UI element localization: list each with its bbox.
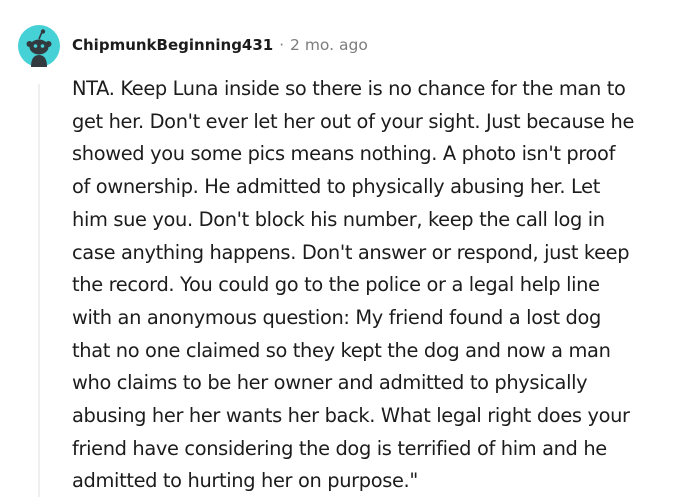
comment-line: who claims to be her owner and admitted … xyxy=(72,371,588,395)
comment-author[interactable]: ChipmunkBeginning431 xyxy=(72,36,273,54)
user-avatar[interactable] xyxy=(18,25,60,67)
comment-line: friend have considering the dog is terri… xyxy=(72,436,607,460)
comment-header: ChipmunkBeginning431 · 2 mo. ago xyxy=(72,33,368,57)
comment-line: case anything happens. Don't answer or r… xyxy=(72,240,630,264)
reddit-snoo-avatar-icon xyxy=(18,25,60,67)
comment-line: with an anonymous question: My friend fo… xyxy=(72,305,601,329)
comment-line: get her. Don't ever let her out of your … xyxy=(72,109,635,133)
comment-line: NTA. Keep Luna inside so there is no cha… xyxy=(72,77,626,100)
comment-line: the record. You could go to the police o… xyxy=(72,273,600,297)
comment-line: admitted to hurting her on purpose." xyxy=(72,469,418,493)
thread-line[interactable] xyxy=(38,84,40,497)
comment-line: abusing her her wants her back. What leg… xyxy=(72,404,630,428)
comment-line: of ownership. He admitted to physically … xyxy=(72,175,600,199)
comment-body: NTA. Keep Luna inside so there is no cha… xyxy=(72,73,692,497)
comment-line: showed you some pics means nothing. A ph… xyxy=(72,142,616,166)
meta-separator: · xyxy=(279,36,285,54)
comment-line: that no one claimed so they kept the dog… xyxy=(72,338,611,362)
comment: ChipmunkBeginning431 · 2 mo. ago NTA. Ke… xyxy=(0,0,700,497)
comment-line: him sue you. Don't block his number, kee… xyxy=(72,207,605,231)
comment-timestamp[interactable]: 2 mo. ago xyxy=(290,36,368,54)
